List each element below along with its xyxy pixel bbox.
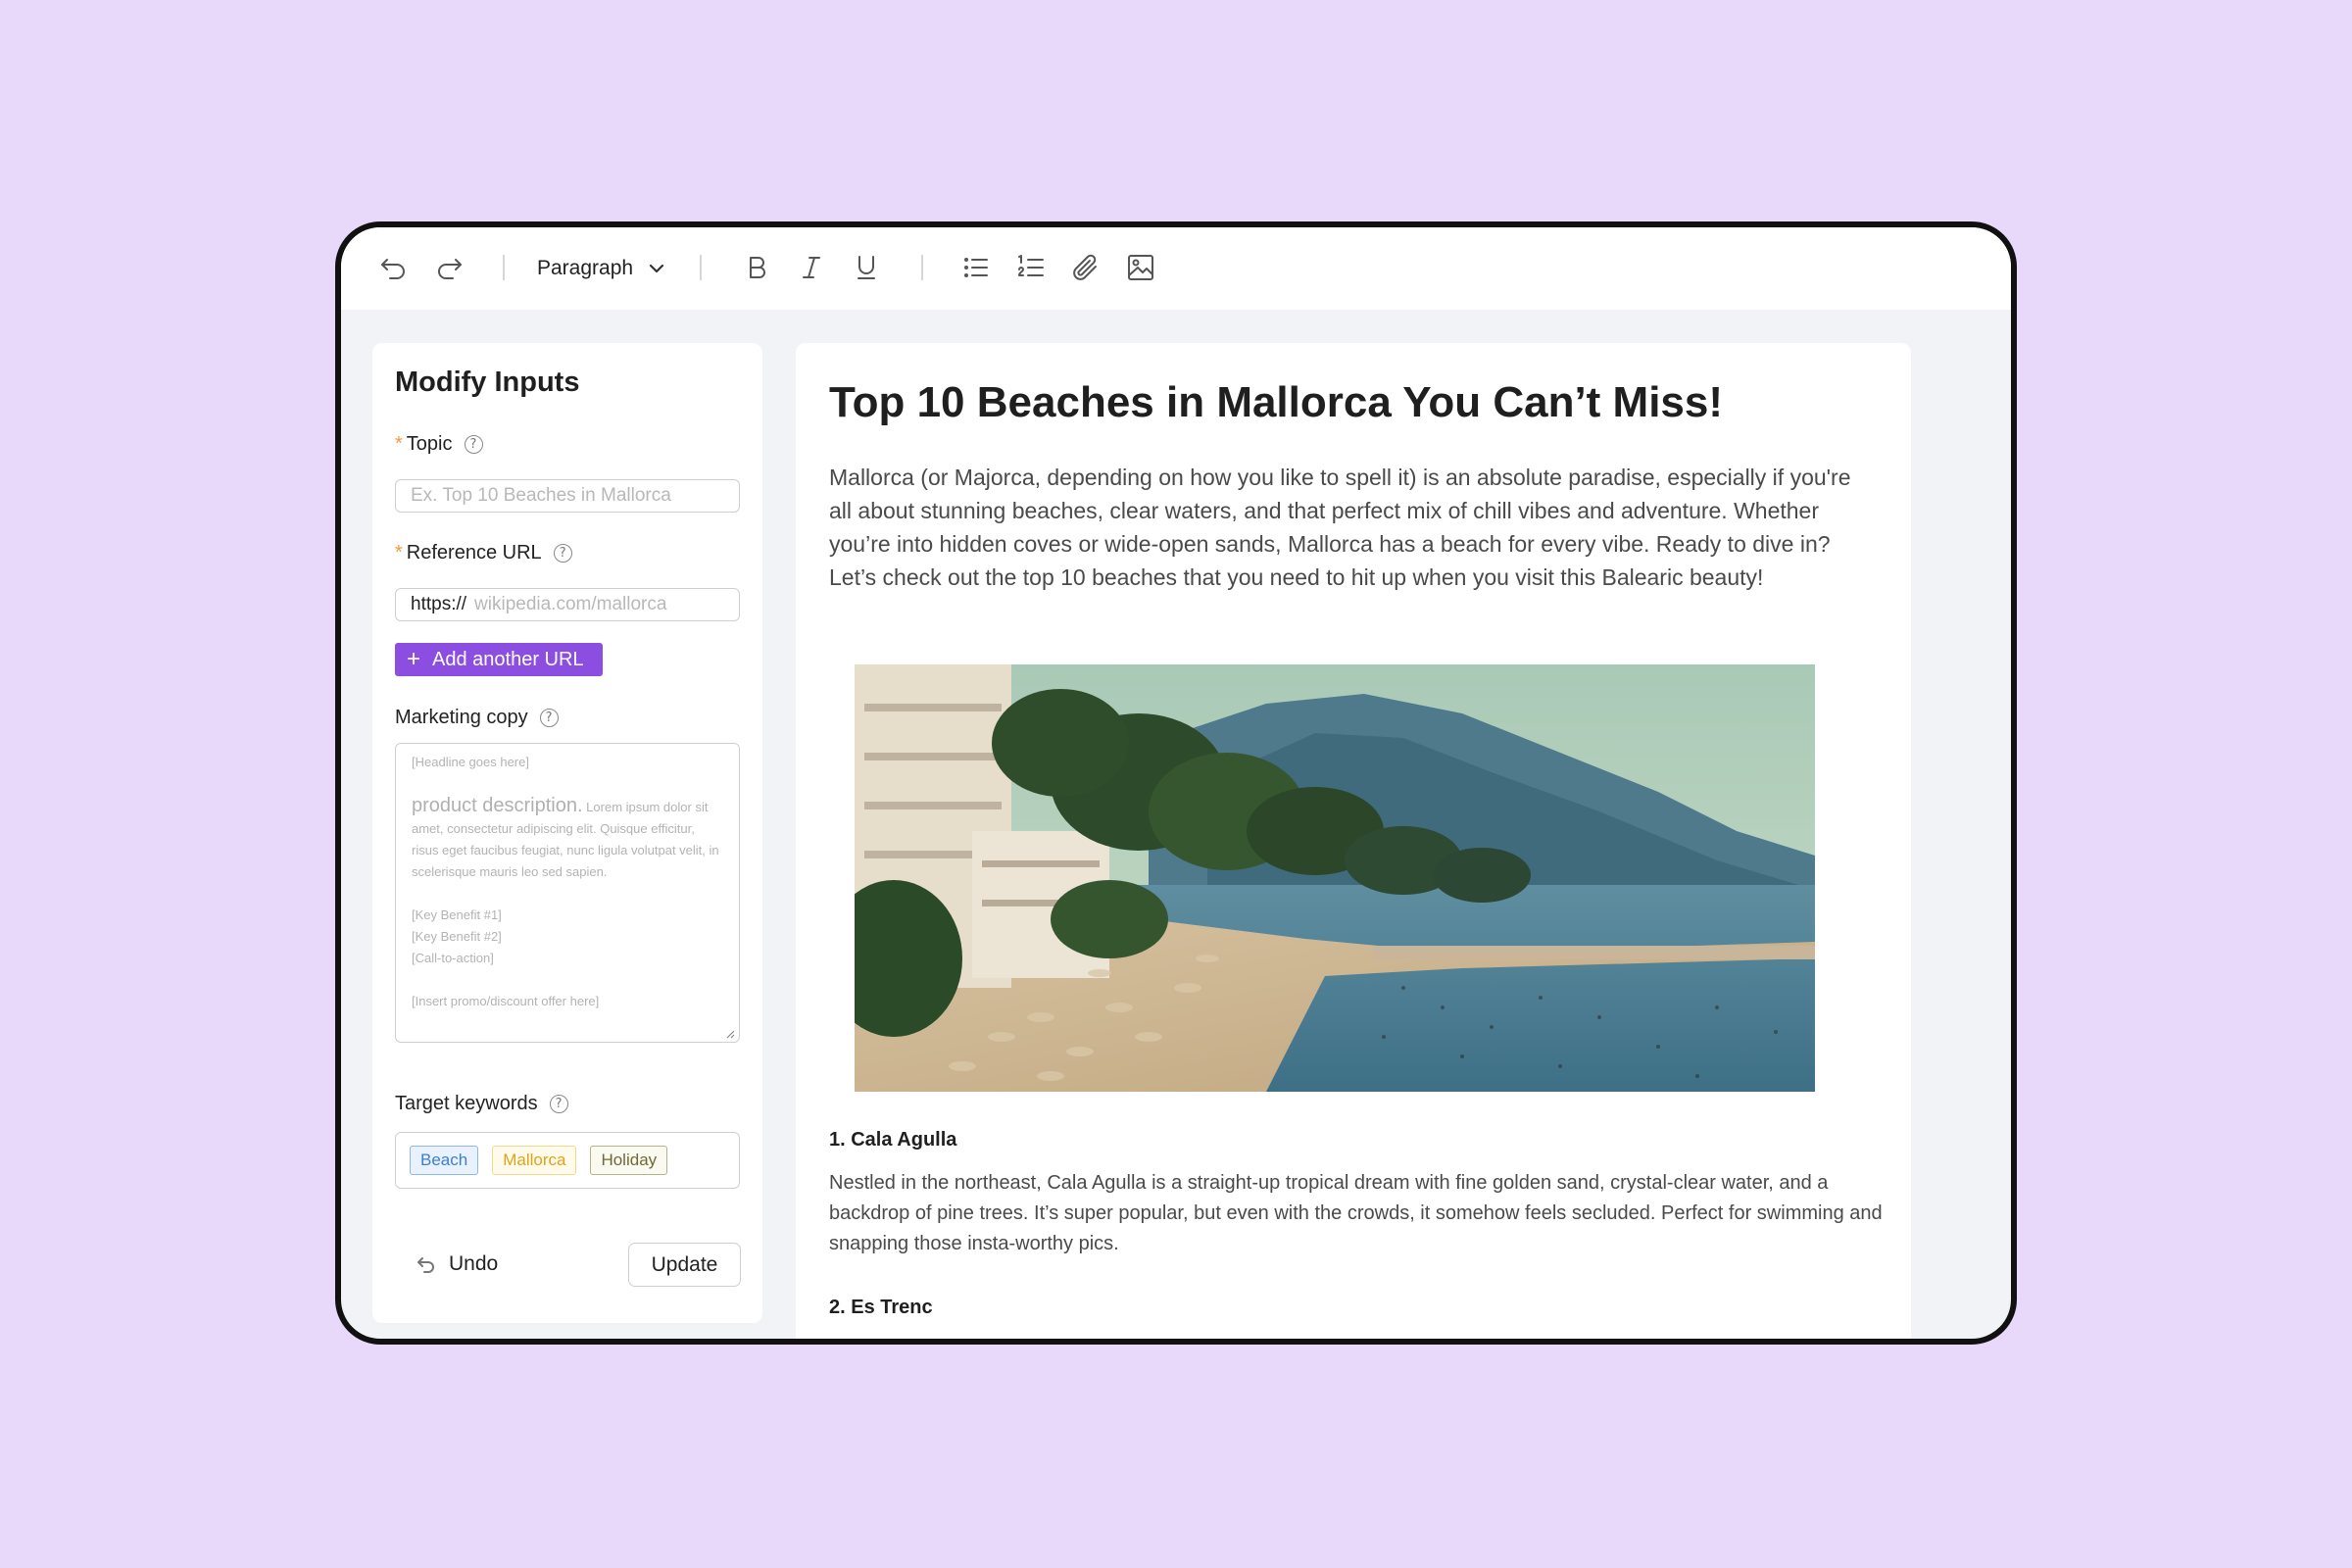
article-title: Top 10 Beaches in Mallorca You Can’t Mis… [829, 378, 1724, 426]
reference-url-input[interactable]: https:// wikipedia.com/mallorca [395, 588, 740, 621]
numbered-list-icon[interactable] [1013, 250, 1049, 285]
topic-placeholder: Ex. Top 10 Beaches in Mallorca [411, 485, 671, 506]
marketing-copy-textarea[interactable]: [Headline goes here] product description… [395, 743, 740, 1043]
section-heading: 1. Cala Agulla [829, 1129, 957, 1151]
update-button[interactable]: Update [628, 1243, 741, 1287]
add-url-button[interactable]: + Add another URL [395, 643, 603, 676]
undo-icon [417, 1257, 434, 1273]
add-url-label: Add another URL [432, 648, 584, 670]
keyword-tag[interactable]: Beach [410, 1146, 479, 1175]
keywords-input[interactable]: Beach Mallorca Holiday [395, 1132, 740, 1189]
headline-placeholder: [Headline goes here] [412, 755, 529, 769]
keyword-tag[interactable]: Holiday [590, 1146, 668, 1175]
chevron-down-icon [649, 264, 664, 273]
toolbar-divider [503, 255, 505, 280]
undo-label: Undo [449, 1252, 499, 1275]
benefit-1-placeholder: [Key Benefit #1] [412, 907, 502, 922]
underline-icon[interactable] [849, 250, 884, 285]
bullet-list-icon[interactable] [958, 250, 994, 285]
undo-icon[interactable] [376, 250, 412, 285]
section-body: Nestled in the northeast, Cala Agulla is… [829, 1172, 1883, 1254]
block-format-select[interactable]: Paragraph [537, 251, 666, 286]
article-document[interactable]: Top 10 Beaches in Mallorca You Can’t Mis… [796, 343, 1911, 1339]
italic-icon[interactable] [794, 250, 829, 285]
topic-label-text: Topic [406, 433, 453, 455]
panel-title: Modify Inputs [395, 367, 580, 398]
topic-input[interactable]: Ex. Top 10 Beaches in Mallorca [395, 479, 740, 513]
image-icon[interactable] [1123, 250, 1158, 285]
marketing-copy-label: Marketing copy ? [395, 707, 559, 729]
product-description-placeholder: product description. [412, 795, 583, 816]
required-mark: * [395, 542, 403, 564]
toolbar-divider [921, 255, 923, 280]
bold-icon[interactable] [739, 250, 774, 285]
beach-photo [855, 664, 1815, 1092]
plus-icon: + [407, 646, 421, 672]
modify-inputs-panel: Modify Inputs * Topic ? Ex. Top 10 Beache… [372, 343, 762, 1323]
article-intro: Mallorca (or Majorca, depending on how y… [829, 465, 1851, 590]
promo-placeholder: [Insert promo/discount offer here] [412, 994, 600, 1008]
reference-url-label: * Reference URL ? [395, 542, 572, 564]
attach-icon[interactable] [1068, 250, 1103, 285]
toolbar-divider [700, 255, 702, 280]
device-frame: Paragraph Modify Inputs * Topic ? Ex. To… [335, 221, 2017, 1345]
help-icon[interactable]: ? [549, 1095, 568, 1113]
cta-placeholder: [Call-to-action] [412, 951, 494, 965]
block-format-label: Paragraph [537, 257, 634, 279]
target-keywords-label-text: Target keywords [395, 1093, 538, 1114]
resize-grip-icon[interactable] [725, 1029, 735, 1039]
reference-url-label-text: Reference URL [406, 542, 542, 564]
required-mark: * [395, 433, 403, 455]
redo-icon[interactable] [431, 250, 466, 285]
marketing-copy-label-text: Marketing copy [395, 707, 528, 728]
help-icon[interactable]: ? [553, 544, 572, 563]
editor-toolbar: Paragraph [341, 227, 2011, 310]
undo-button[interactable]: Undo [416, 1252, 498, 1276]
reference-url-placeholder: wikipedia.com/mallorca [474, 594, 667, 614]
section-heading: 2. Es Trenc [829, 1297, 933, 1318]
url-prefix: https:// [411, 594, 467, 614]
benefit-2-placeholder: [Key Benefit #2] [412, 929, 502, 944]
topic-label: * Topic ? [395, 433, 483, 456]
target-keywords-label: Target keywords ? [395, 1093, 568, 1115]
keyword-tag[interactable]: Mallorca [492, 1146, 577, 1175]
help-icon[interactable]: ? [539, 709, 559, 727]
help-icon[interactable]: ? [464, 435, 483, 454]
